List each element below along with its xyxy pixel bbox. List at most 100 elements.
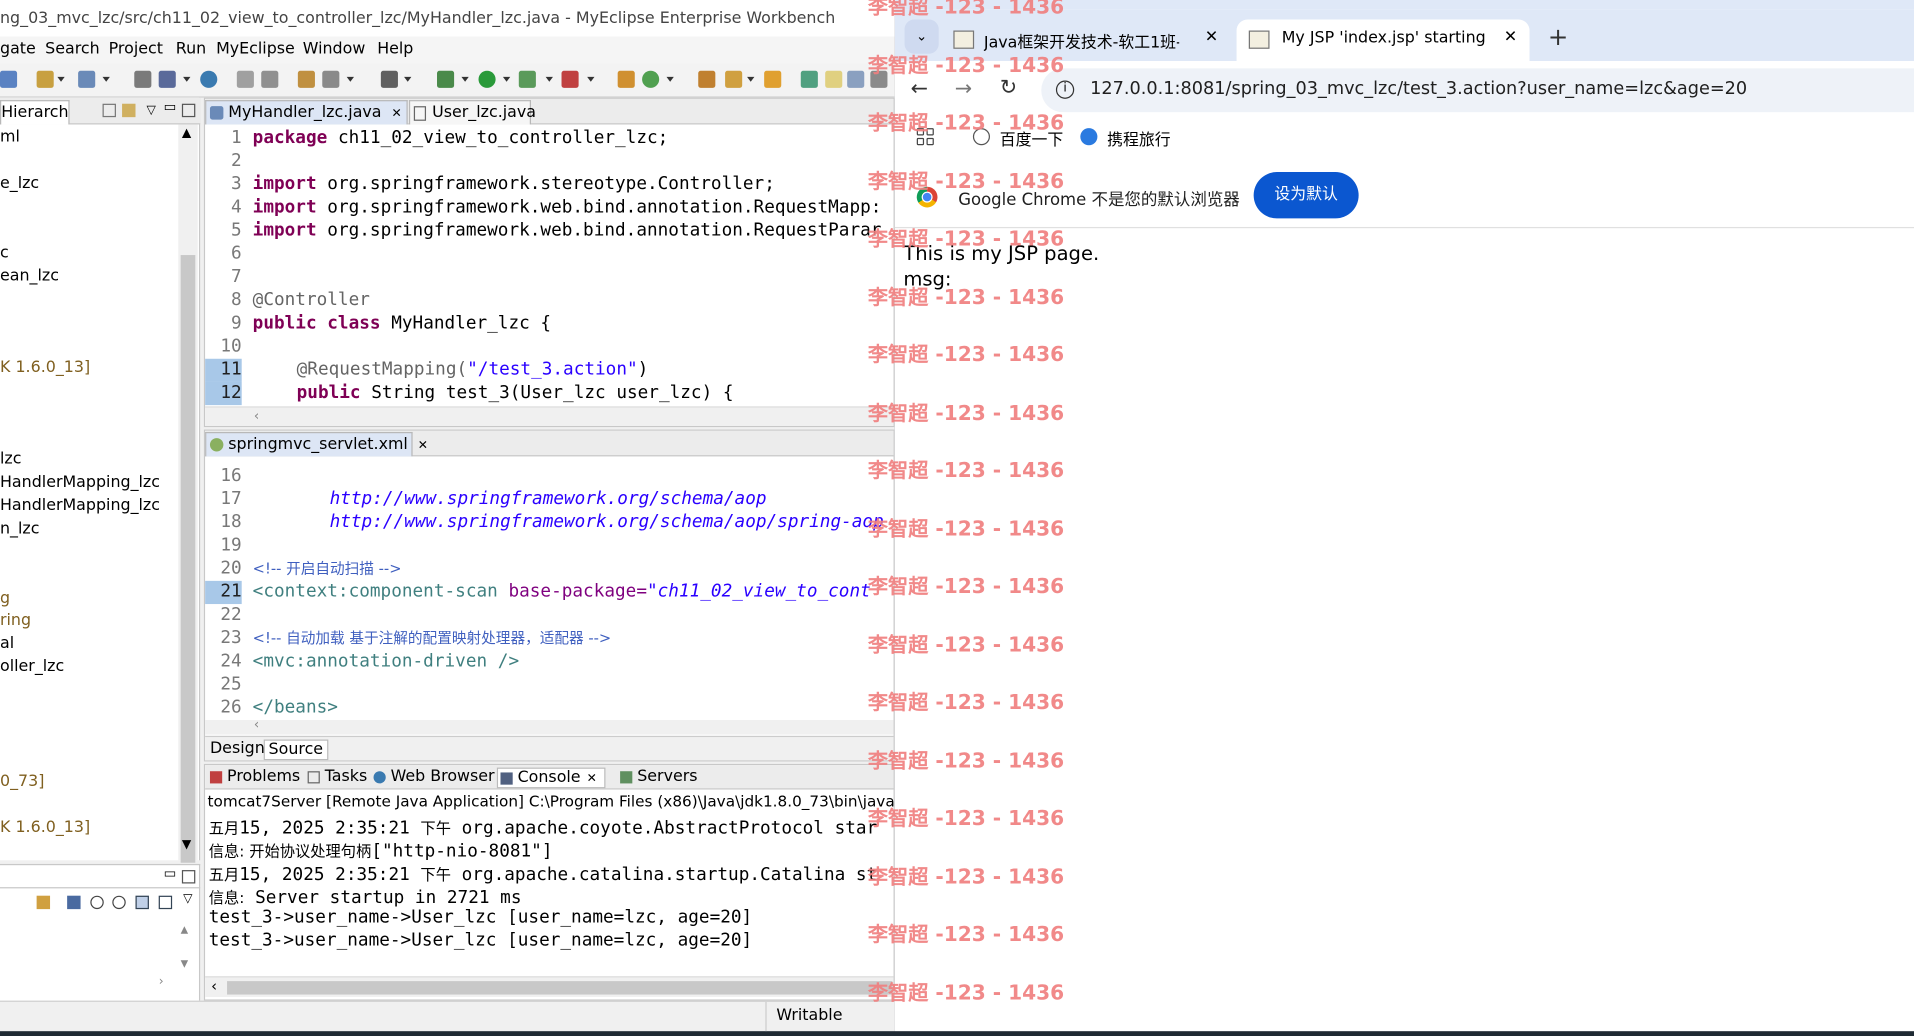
maximize-icon[interactable]	[181, 103, 196, 118]
tree-item[interactable]: HandlerMapping_lzc	[0, 473, 160, 491]
zoom-in-icon[interactable]	[112, 895, 126, 910]
toolbar-folder-icon[interactable]	[764, 70, 782, 88]
tree-item-jdk[interactable]: 0_73]	[0, 772, 44, 790]
fullscreen-icon[interactable]	[158, 895, 173, 910]
scroll-left-icon[interactable]: ‹	[211, 977, 217, 994]
tree-item-jre[interactable]: K 1.6.0_13]	[0, 359, 90, 377]
scroll-up-icon[interactable]: ▲	[181, 924, 189, 935]
tree-item[interactable]: HandlerMapping_lzc	[0, 497, 160, 515]
tree-item[interactable]: c	[0, 244, 9, 262]
tab-user-java[interactable]: User_lzc.java	[408, 100, 536, 125]
outline-chart-icon[interactable]	[67, 895, 81, 910]
tree-item[interactable]: e_lzc	[0, 175, 39, 193]
code-line[interactable]: 4 import org.springframework.web.bind.ann…	[205, 196, 893, 219]
new-tab-icon[interactable]: +	[1548, 22, 1568, 51]
toolbar-run-icon[interactable]	[478, 70, 496, 88]
code-line[interactable]: 18 http://www.springframework.org/schema/…	[205, 511, 893, 534]
code-line[interactable]: 23 <!-- 自动加载 基于注解的配置映射处理器，适配器 -->	[205, 627, 893, 650]
close-icon[interactable]: ✕	[391, 107, 401, 120]
outline-sync-icon[interactable]	[36, 895, 51, 910]
menu-window[interactable]: Window	[303, 40, 366, 58]
code-line[interactable]: 7	[205, 266, 893, 289]
scroll-up-icon[interactable]: ▲	[182, 127, 191, 140]
toolbar-pen-icon[interactable]	[725, 70, 743, 88]
code-line[interactable]: 8 @Controller	[205, 289, 893, 312]
toolbar-deploy-icon[interactable]	[134, 70, 152, 88]
tree-item[interactable]: ring	[0, 611, 31, 629]
toolbar-search-icon[interactable]	[78, 70, 96, 88]
toolbar-wizard-icon[interactable]	[36, 70, 54, 88]
scroll-right-icon[interactable]: ›	[159, 975, 164, 988]
tab-tasks[interactable]: Tasks	[305, 768, 367, 786]
code-line[interactable]: 26 </beans>	[205, 697, 893, 720]
chrome-tab-jsp-page[interactable]: My JSP 'index.jsp' starting pa ✕	[1236, 19, 1530, 62]
scroll-left-icon[interactable]: ‹	[254, 408, 259, 424]
tree-item[interactable]: g	[0, 589, 10, 607]
code-line[interactable]: 10	[205, 336, 893, 359]
toolbar-globe-icon[interactable]	[200, 70, 218, 88]
minimize-icon[interactable]: ▭	[164, 865, 177, 881]
code-line[interactable]: 24 <mvc:annotation-driven />	[205, 650, 893, 673]
java-editor-hscroll[interactable]: ‹	[205, 406, 894, 426]
toolbar-open-type-icon[interactable]	[698, 70, 716, 88]
code-line[interactable]: 1 package ch11_02_view_to_controller_lzc;	[205, 127, 893, 150]
tree-item[interactable]: n_lzc	[0, 520, 39, 538]
toolbar-tool-icon[interactable]	[322, 70, 340, 88]
tree-item[interactable]: lzc	[0, 450, 21, 468]
code-line[interactable]: 11 @RequestMapping("/test_3.action")	[205, 358, 893, 382]
scroll-down-icon[interactable]: ▼	[181, 958, 189, 969]
scroll-left-icon[interactable]: ‹	[254, 716, 259, 732]
tree-item[interactable]: ml	[0, 128, 20, 146]
code-line[interactable]: 21 <context:component-scan base-package="…	[205, 580, 893, 605]
view-menu-icon[interactable]: ▽	[183, 892, 192, 905]
code-line[interactable]: 16	[205, 465, 893, 488]
explorer-scrollbar[interactable]: ▲ ▼	[178, 124, 198, 863]
back-icon[interactable]: ←	[911, 77, 928, 101]
reload-icon[interactable]: ↻	[1000, 76, 1017, 100]
code-line[interactable]: 5 import org.springframework.web.bind.ann…	[205, 220, 893, 243]
tab-problems[interactable]: Problems	[208, 768, 300, 786]
code-line[interactable]: 25	[205, 674, 893, 697]
console-scroll-thumb[interactable]	[227, 981, 893, 995]
toolbar-debug-icon[interactable]	[437, 70, 455, 88]
toolbar-highlight-icon[interactable]	[825, 70, 843, 88]
maximize-icon[interactable]	[181, 870, 196, 884]
url-text[interactable]: 127.0.0.1:8081/spring_03_mvc_lzc/test_3.…	[1090, 79, 1747, 99]
tab-springmvc-servlet-xml[interactable]: springmvc_servlet.xml ✕	[205, 431, 428, 457]
tree-item[interactable]: ean_lzc	[0, 267, 59, 285]
forward-icon[interactable]: →	[955, 77, 972, 101]
link-editor-icon[interactable]	[122, 103, 136, 118]
toolbar-nav-icon[interactable]	[800, 70, 818, 88]
zoom-out-icon[interactable]	[90, 895, 104, 910]
close-icon[interactable]: ✕	[418, 439, 428, 452]
toolbar-build-icon[interactable]	[297, 70, 315, 88]
code-line[interactable]: 9 public class MyHandler_lzc {	[205, 312, 893, 335]
tab-myhandler-java[interactable]: MyHandler_lzc.java ✕	[205, 100, 408, 125]
menu-run[interactable]: Run	[176, 40, 206, 58]
view-menu-icon[interactable]: ▽	[146, 104, 155, 117]
toolbar-copy-icon[interactable]	[236, 70, 254, 88]
close-icon[interactable]: ✕	[1504, 28, 1517, 46]
toolbar-external-tools-icon[interactable]	[561, 70, 579, 88]
menu-search[interactable]: Search	[45, 40, 100, 58]
fit-icon[interactable]	[135, 895, 149, 910]
menu-myeclipse[interactable]: MyEclipse	[216, 40, 295, 58]
bookmark-ctrip[interactable]: 携程旅行	[1080, 127, 1171, 150]
toolbar-block-icon[interactable]	[847, 70, 865, 88]
menu-help[interactable]: Help	[377, 40, 413, 58]
close-icon[interactable]: ✕	[1205, 28, 1218, 46]
toolbar-package-icon[interactable]	[617, 70, 635, 88]
console-hscroll[interactable]: ‹	[205, 976, 894, 997]
code-line[interactable]: 22	[205, 604, 893, 627]
tree-item-jre[interactable]: K 1.6.0_13]	[0, 819, 90, 837]
code-line[interactable]: 3 import org.springframework.stereotype.C…	[205, 173, 893, 196]
collapse-all-icon[interactable]	[102, 103, 116, 118]
tab-servers[interactable]: Servers	[618, 768, 698, 786]
tab-web-browser[interactable]: Web Browser	[371, 768, 495, 786]
code-line[interactable]: 2	[205, 150, 893, 173]
toolbar-run-config-icon[interactable]	[518, 70, 536, 88]
tree-item[interactable]: oller_lzc	[0, 658, 64, 676]
tab-design[interactable]: Design	[210, 740, 265, 758]
scroll-down-icon[interactable]: ▼	[182, 838, 191, 851]
tab-source[interactable]: Source	[263, 739, 328, 761]
